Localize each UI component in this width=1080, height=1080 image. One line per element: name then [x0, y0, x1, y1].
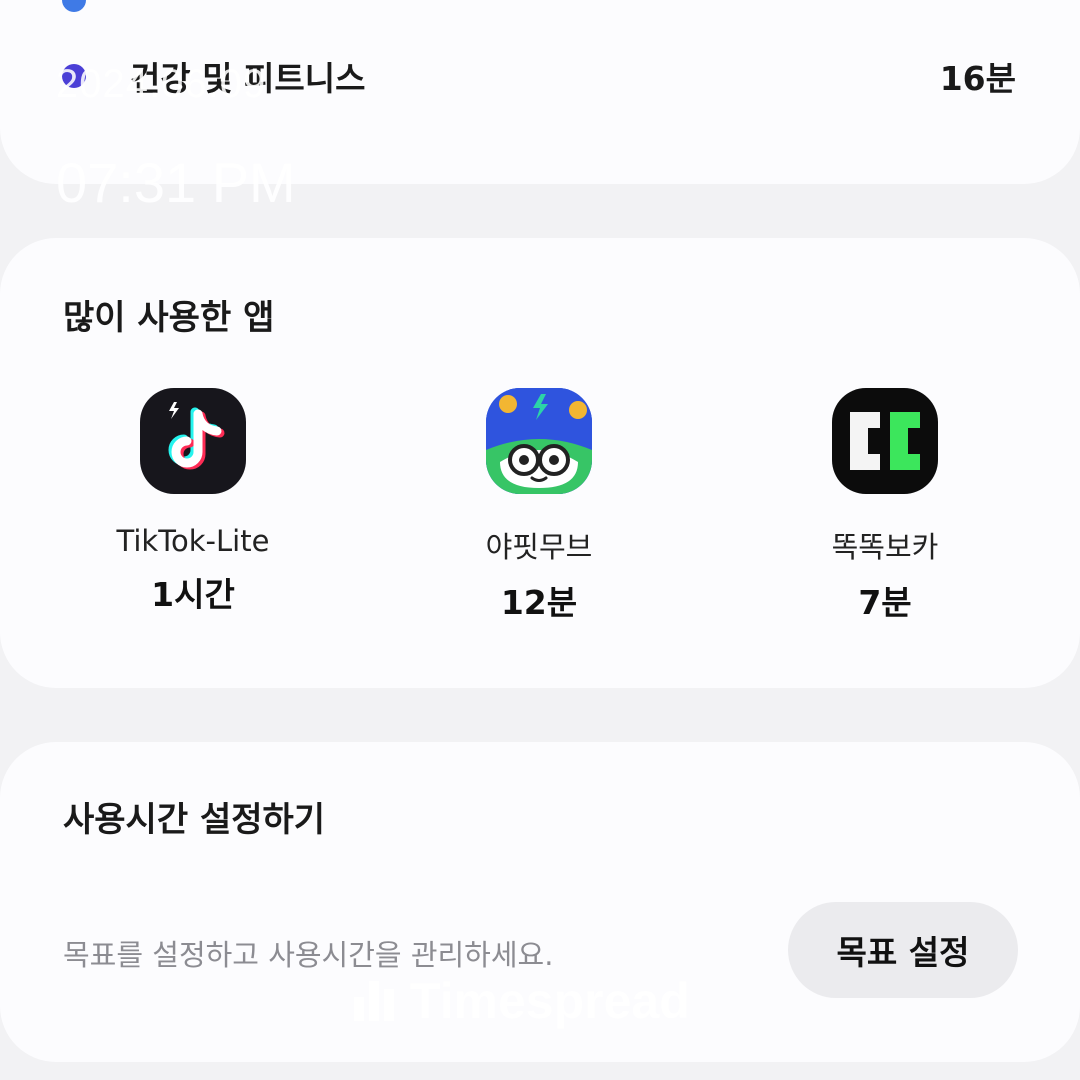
- app-name: 야핏무브: [485, 530, 593, 564]
- most-used-apps-title: 많이 사용한 앱: [63, 298, 275, 338]
- usage-goal-description: 목표를 설정하고 사용시간을 관리하세요.: [63, 938, 554, 972]
- app-item-yafit-move[interactable]: 야핏무브 12분: [366, 388, 712, 624]
- app-name: 똑똑보카: [831, 530, 939, 564]
- overlay-date: 2024.06.09: [56, 62, 267, 106]
- set-goal-button[interactable]: 목표 설정: [788, 902, 1018, 998]
- tiktok-lite-app-icon: [140, 388, 246, 494]
- overlay-time: 07:31 PM: [56, 151, 296, 214]
- category-color-dot: [62, 0, 86, 12]
- app-item-tiktok-lite[interactable]: TikTok-Lite 1시간: [20, 388, 366, 624]
- app-list: TikTok-Lite 1시간 야핏무브 12분 똑똑보카 7분: [0, 388, 1080, 624]
- timespread-logo-icon: [354, 981, 394, 1021]
- watermark-text: Timespread: [410, 973, 690, 1029]
- timespread-watermark: Timespread: [354, 972, 690, 1030]
- category-row[interactable]: [62, 0, 1016, 20]
- app-item-ttokttok-boca[interactable]: 똑똑보카 7분: [712, 388, 1058, 624]
- app-name: TikTok-Lite: [116, 524, 270, 558]
- most-used-apps-card: 많이 사용한 앱 TikTok-Lite 1시간 야핏무브 12분 똑똑보카 7…: [0, 238, 1080, 688]
- ttokttok-boca-app-icon: [832, 388, 938, 494]
- category-time: 16분: [939, 59, 1016, 98]
- app-usage-time: 7분: [858, 583, 912, 622]
- screen: 건강 및 피트니스 16분 2024.06.09 07:31 PM 많이 사용한…: [0, 0, 1080, 1080]
- yafit-move-app-icon: [486, 388, 592, 494]
- app-usage-time: 1시간: [151, 575, 235, 614]
- app-usage-time: 12분: [500, 583, 578, 622]
- usage-goal-title: 사용시간 설정하기: [63, 800, 326, 840]
